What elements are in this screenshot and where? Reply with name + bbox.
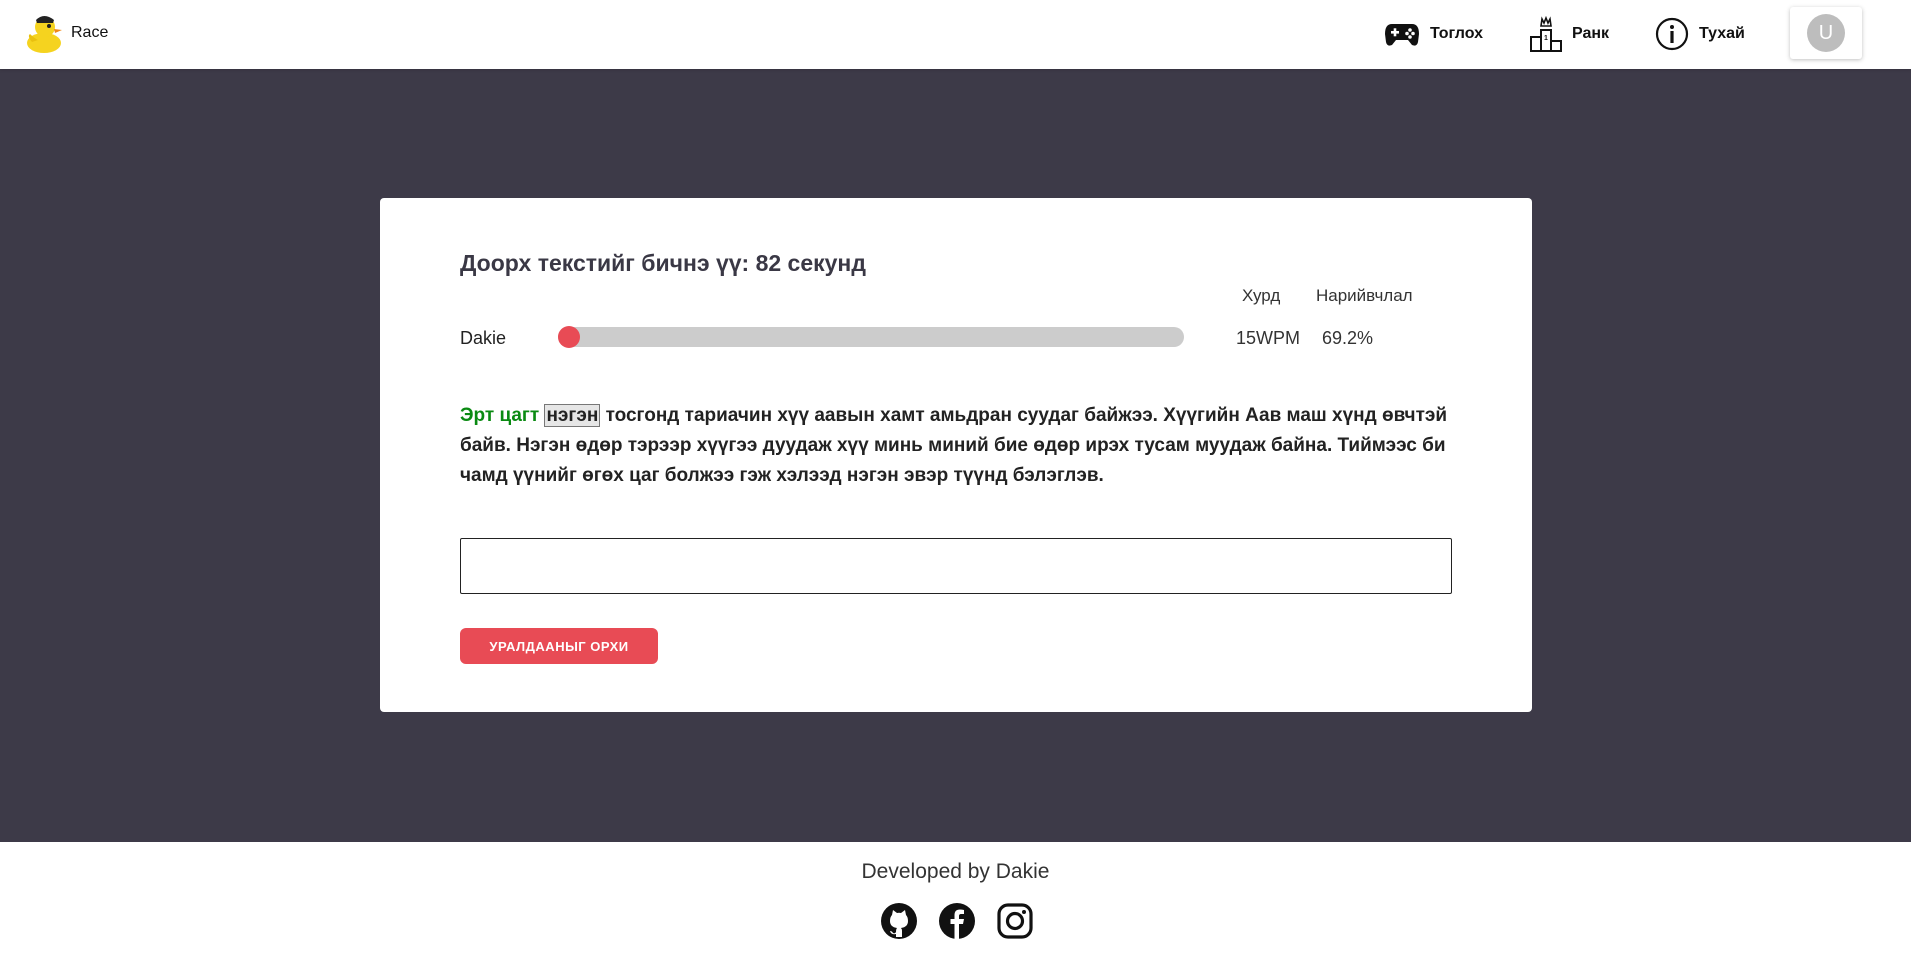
speed-value: 15WPM — [1236, 328, 1301, 348]
nav-rank-label: Ранк — [1572, 25, 1610, 42]
svg-text:1: 1 — [1544, 35, 1548, 42]
avatar: U — [1807, 14, 1845, 52]
top-navbar: Race Тоглох 1 Ранк Тухай U — [0, 0, 1911, 69]
accuracy-header: Нарийвчлал — [1316, 286, 1413, 305]
github-icon[interactable] — [880, 902, 918, 940]
nav-about-label: Тухай — [1699, 25, 1745, 42]
nav-play[interactable]: Тоглох — [1384, 14, 1483, 54]
podium-icon: 1 — [1530, 16, 1562, 52]
race-prompt: Доорх текстийг бичнэ үү: 82 секунд — [460, 250, 866, 276]
info-icon — [1655, 17, 1689, 51]
accuracy-value: 69.2% — [1322, 328, 1374, 348]
facebook-icon[interactable] — [938, 902, 976, 940]
social-links — [880, 902, 1034, 940]
player-name: Dakie — [460, 328, 507, 348]
progress-marker — [558, 326, 580, 348]
gamepad-icon — [1385, 24, 1419, 46]
nav-play-label: Тоглох — [1430, 25, 1484, 42]
duck-logo-icon — [27, 16, 62, 53]
leave-race-button[interactable]: УРАЛДААНЫГ ОРХИ — [460, 628, 658, 664]
typing-input[interactable] — [460, 538, 1452, 594]
speed-header: Хурд — [1242, 286, 1281, 305]
progress-track — [558, 326, 1184, 348]
footer: Developed by Dakie — [0, 842, 1911, 953]
instagram-icon[interactable] — [996, 902, 1034, 940]
remaining-text: тосгонд тариачин хүү аавын хамт амьдран … — [460, 405, 1448, 486]
nav-rank[interactable]: 1 Ранк — [1530, 14, 1609, 54]
current-word: нэгэн — [544, 404, 601, 427]
race-card: Доорх текстийг бичнэ үү: 82 секунд Хурд … — [380, 198, 1532, 712]
user-menu-button[interactable]: U — [1790, 7, 1862, 59]
typed-text: Эрт цагт — [460, 405, 540, 426]
brand[interactable]: Race — [24, 10, 108, 56]
race-passage: Эрт цагт нэгэн тосгонд тариачин хүү аавы… — [460, 401, 1460, 491]
brand-name: Race — [71, 24, 109, 41]
developer-credit: Developed by Dakie — [861, 860, 1050, 883]
nav-about[interactable]: Тухай — [1655, 14, 1745, 54]
